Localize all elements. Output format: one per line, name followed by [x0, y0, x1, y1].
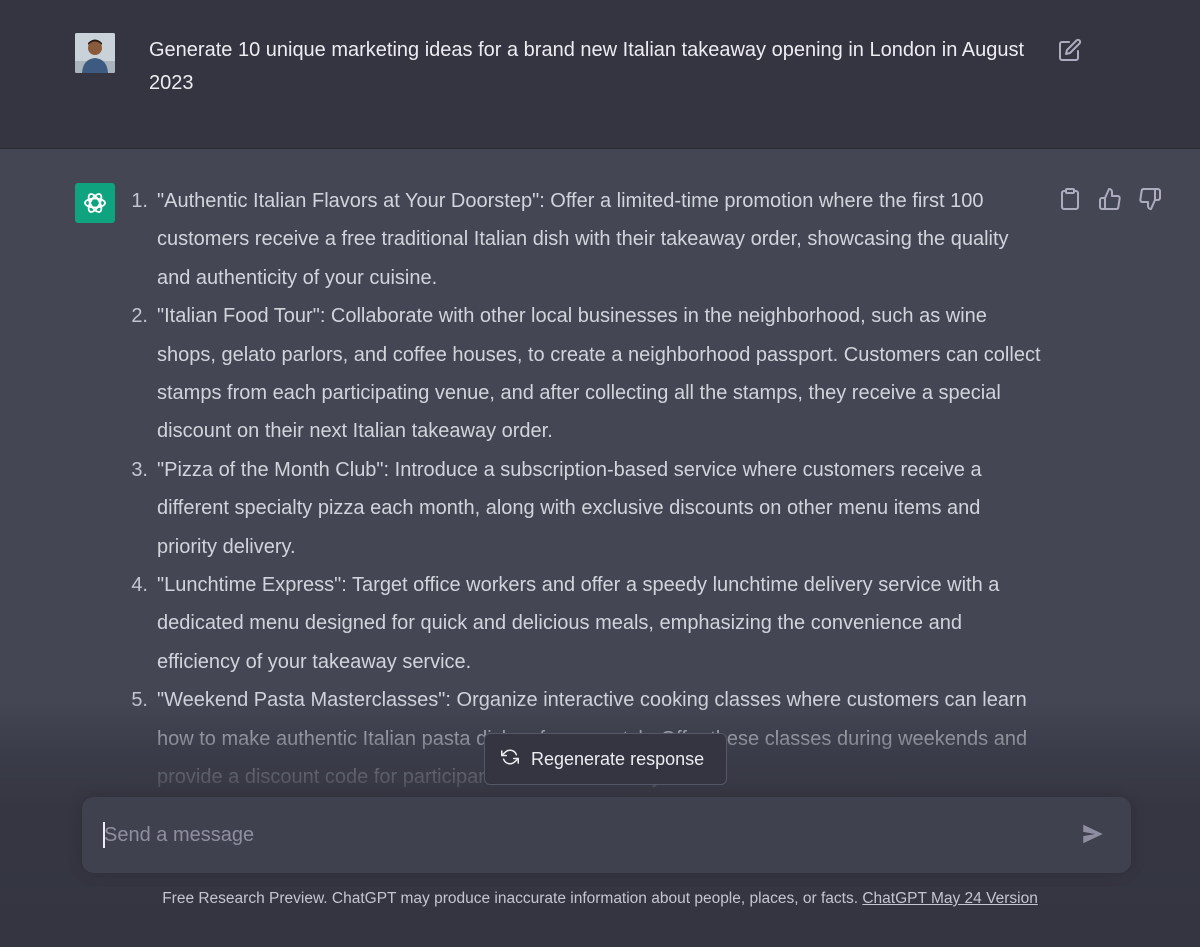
list-item: 4. "Lunchtime Express": Target office wor… [124, 566, 1044, 681]
list-item-number: 3. [131, 458, 148, 481]
thumbs-down-icon[interactable] [1138, 187, 1162, 211]
disclaimer-text: Free Research Preview. ChatGPT may produ… [162, 890, 863, 907]
list-item: 2. "Italian Food Tour": Collaborate with … [124, 297, 1044, 451]
refresh-icon [501, 748, 519, 771]
list-item-number: 4. [131, 574, 148, 597]
text-cursor [103, 822, 105, 848]
thumbs-up-icon[interactable] [1098, 187, 1122, 211]
footer-disclaimer: Free Research Preview. ChatGPT may produ… [0, 890, 1200, 908]
edit-icon[interactable] [1058, 38, 1082, 62]
list-item-number: 5. [131, 689, 148, 712]
list-item-text: "Italian Food Tour": Collaborate with ot… [157, 305, 1041, 443]
send-icon[interactable] [1080, 821, 1106, 847]
ideas-list: 1. "Authentic Italian Flavors at Your Doo… [124, 182, 1044, 797]
list-item: 3. "Pizza of the Month Club": Introduce a… [124, 451, 1044, 566]
user-message-text: Generate 10 unique marketing ideas for a… [149, 39, 1025, 94]
list-item: 1. "Authentic Italian Flavors at Your Doo… [124, 182, 1044, 297]
list-item-text: "Pizza of the Month Club": Introduce a s… [157, 458, 982, 558]
user-avatar [75, 33, 115, 73]
composer [82, 797, 1131, 873]
user-message-row: Generate 10 unique marketing ideas for a… [0, 0, 1200, 149]
version-link[interactable]: ChatGPT May 24 Version [862, 890, 1037, 907]
assistant-response: 1. "Authentic Italian Flavors at Your Doo… [124, 182, 1044, 797]
message-input[interactable] [104, 819, 1054, 851]
list-item-number: 1. [131, 190, 148, 212]
list-item-number: 2. [131, 305, 148, 328]
regenerate-label: Regenerate response [531, 748, 705, 769]
regenerate-response-button[interactable]: Regenerate response [484, 733, 727, 785]
chat-app: Generate 10 unique marketing ideas for a… [0, 0, 1200, 947]
chatgpt-logo-icon [75, 183, 115, 223]
clipboard-icon[interactable] [1058, 187, 1082, 211]
message-actions [1058, 187, 1162, 211]
list-item-text: "Authentic Italian Flavors at Your Doors… [157, 190, 1009, 289]
list-item-text: "Lunchtime Express": Target office worke… [157, 574, 1000, 673]
